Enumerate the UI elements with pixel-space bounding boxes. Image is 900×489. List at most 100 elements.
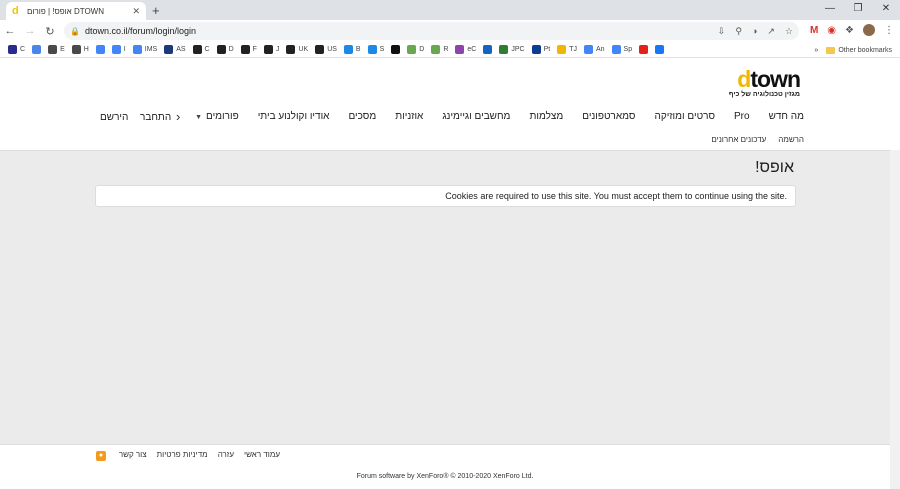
bookmark-favicon-icon [164,45,174,54]
lock-icon: 🔒 [70,26,80,36]
nav-home-audio[interactable]: אודיו וקולנוע ביתי [258,111,330,122]
bookmark-item[interactable]: B [343,45,361,54]
other-bookmarks[interactable]: Other bookmarks [826,46,892,54]
bookmark-favicon-icon [111,45,121,54]
bookmark-item[interactable]: D [407,45,424,54]
site-logo[interactable]: dtown מגזין טכנולוגיה של כיף [720,66,801,98]
address-bar[interactable]: 🔒 dtown.co.il/forum/login/login ⇩ ⚲ ◑ ↗ … [64,22,799,40]
bookmark-favicon-icon [531,45,541,54]
gmail-extension-icon[interactable]: M [810,25,818,36]
register-link[interactable]: הירשם [100,112,128,123]
bookmark-favicon-icon [483,45,493,54]
nav-forums[interactable]: פורומים▼ [195,111,239,122]
nav-screens[interactable]: מסכים [348,111,376,122]
bookmarks-more-button[interactable]: » [814,47,818,54]
chevron-right-icon[interactable]: › [176,109,180,124]
maximize-button[interactable]: ❐ [844,0,872,20]
nav-cameras[interactable]: מצלמות [529,111,563,122]
main-navigation: פורומים▼ אודיו וקולנוע ביתי מסכים אוזניו… [195,111,804,122]
subnav-latest-updates[interactable]: עדכונים אחרונים [711,135,766,144]
extension-badge-icon[interactable]: ◉ [827,25,836,36]
site-footer: צור קשר מדיניות פרטיות עזרה עמוד ראשי ● … [0,444,890,489]
bookmark-favicon-icon [655,45,665,54]
browser-menu-icon[interactable]: ⋮ [884,25,894,36]
bookmark-item[interactable]: Sp [611,45,632,54]
bookmark-item[interactable]: E [48,45,65,54]
bookmark-favicon-icon [639,45,649,54]
subnav-register[interactable]: הרשמה [778,135,804,144]
bookmark-item[interactable] [655,45,665,54]
nav-pro[interactable]: Pro [734,111,750,122]
bookmark-favicon-icon [71,45,81,54]
bookmark-item[interactable]: H [71,45,89,54]
bookmark-item[interactable]: I [111,45,126,54]
eye-off-icon[interactable]: ◑ [752,26,757,37]
bookmark-item[interactable] [32,45,42,54]
bookmark-item[interactable]: R [431,45,448,54]
tab-title: אופס! | פורום DTOWN [27,6,105,16]
bookmark-item[interactable]: AS [164,45,186,54]
bookmark-item[interactable]: C [192,45,210,54]
profile-avatar[interactable] [863,24,875,36]
nav-headphones[interactable]: אוזניות [395,111,423,122]
footer-help[interactable]: עזרה [218,450,234,459]
bookmark-item[interactable] [639,45,649,54]
bookmark-item[interactable] [391,45,401,54]
share-icon[interactable]: ↗ [767,26,775,37]
bookmark-item[interactable]: TJ [557,45,577,54]
bookmark-star-icon[interactable]: ☆ [785,26,793,37]
bookmark-item[interactable]: eC [455,45,476,54]
bookmark-item[interactable]: D [216,45,234,54]
bookmark-favicon-icon [95,45,105,54]
nav-movies-music[interactable]: סרטים ומוזיקה [654,111,715,122]
login-link[interactable]: התחבר [140,112,171,123]
bookmark-item[interactable]: IMS [132,45,157,54]
footer-home[interactable]: עמוד ראשי [244,450,280,459]
bookmark-label: TJ [569,46,577,53]
bookmark-item[interactable]: J [263,45,279,54]
footer-privacy[interactable]: מדיניות פרטיות [157,450,208,459]
page-scrollbar[interactable] [890,150,900,489]
bookmark-item[interactable] [483,45,493,54]
bookmark-item[interactable]: US [315,45,337,54]
bookmark-favicon-icon [48,45,58,54]
bookmark-item[interactable]: Pt [531,45,550,54]
bookmark-favicon-icon [286,45,296,54]
bookmark-label: B [355,46,361,53]
bookmark-label: H [83,46,89,53]
bookmark-label: AS [176,46,186,53]
sub-navigation: עדכונים אחרונים הרשמה [711,135,804,144]
new-tab-button[interactable]: + [152,3,160,18]
rss-icon[interactable]: ● [96,451,106,461]
bookmark-item[interactable] [95,45,105,54]
bookmark-item[interactable]: S [367,45,384,54]
logo-wordmark: dtown [737,66,801,92]
forward-icon[interactable]: → [20,25,40,37]
browser-toolbar: ← → ↻ 🔒 dtown.co.il/forum/login/login ⇩ … [0,20,900,42]
bookmark-item[interactable]: F [240,45,257,54]
browser-tab-strip: d אופס! | פורום DTOWN ✕ + — ❐ ✕ [0,0,900,20]
minimize-button[interactable]: — [816,0,844,20]
url-text[interactable]: dtown.co.il/forum/login/login [85,26,713,36]
bookmark-favicon-icon [455,45,465,54]
nav-computers-gaming[interactable]: מחשבים וגיימינג [442,111,510,122]
bookmark-item[interactable]: JPC [499,45,525,54]
bookmark-item[interactable]: UK [286,45,308,54]
install-icon[interactable]: ⇩ [718,26,726,37]
footer-contact[interactable]: צור קשר [119,450,147,459]
back-icon[interactable]: ← [0,25,20,37]
tab-close-icon[interactable]: ✕ [132,6,140,17]
zoom-icon[interactable]: ⚲ [735,26,742,37]
nav-smartphones[interactable]: סמארטפונים [582,111,635,122]
bookmark-label: UK [298,46,309,53]
reload-icon[interactable]: ↻ [40,25,60,38]
footer-links: צור קשר מדיניות פרטיות עזרה עמוד ראשי [119,450,280,459]
browser-tab[interactable]: d אופס! | פורום DTOWN ✕ [6,2,146,20]
nav-whats-new[interactable]: מה חדש [769,111,804,122]
bookmark-item[interactable]: C [8,45,25,54]
extensions-puzzle-icon[interactable]: ❖ [845,25,854,36]
bookmark-favicon-icon [192,45,202,54]
close-window-button[interactable]: ✕ [872,0,900,20]
bookmark-favicon-icon [583,45,593,54]
bookmark-item[interactable]: An [583,45,605,54]
